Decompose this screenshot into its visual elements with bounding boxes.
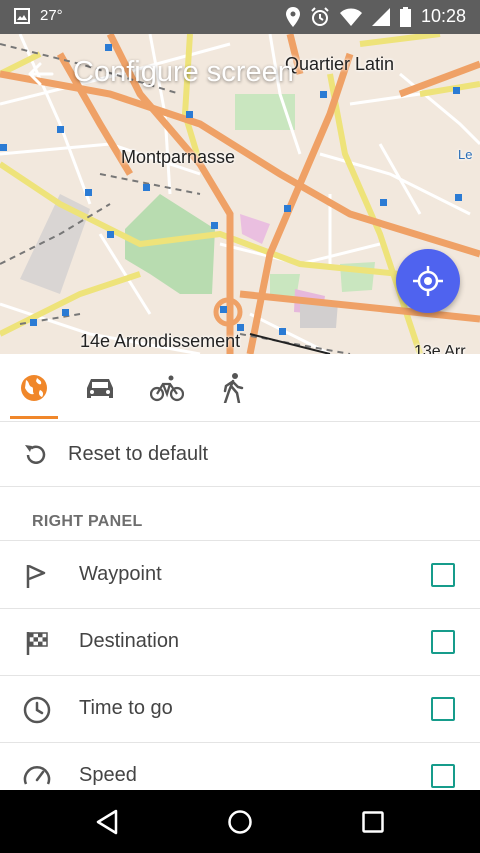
tab-bicycle[interactable] <box>145 368 189 408</box>
bicycle-icon <box>150 375 184 402</box>
flag-icon <box>26 564 46 588</box>
my-location-icon <box>413 266 443 296</box>
location-icon <box>285 6 300 27</box>
battery-icon <box>399 6 411 27</box>
reset-label: Reset to default <box>68 443 209 465</box>
reset-icon <box>25 445 46 464</box>
item-label: Speed <box>79 764 137 786</box>
alarm-icon <box>311 6 329 26</box>
nav-recents-button[interactable] <box>353 804 393 840</box>
recents-square-icon <box>362 811 384 833</box>
destination-checkbox[interactable] <box>431 630 455 654</box>
back-arrow-icon[interactable] <box>22 56 58 92</box>
page-title: Configure screen <box>73 56 294 88</box>
app-bar: Configure screen <box>0 34 480 114</box>
status-bar: 27° 10:28 <box>0 0 480 34</box>
speedometer-icon <box>23 766 51 785</box>
walk-icon <box>223 373 244 403</box>
list-item-destination[interactable]: Destination <box>0 608 480 676</box>
item-label: Waypoint <box>79 563 162 585</box>
home-circle-icon <box>228 810 252 834</box>
clock-text: 10:28 <box>420 6 466 26</box>
waypoint-checkbox[interactable] <box>431 563 455 587</box>
list-item-time-to-go[interactable]: Time to go <box>0 675 480 743</box>
wifi-icon <box>339 8 362 26</box>
tab-pedestrian[interactable] <box>211 368 255 408</box>
temperature-text: 27° <box>40 7 63 24</box>
section-title: RIGHT PANEL <box>32 513 143 530</box>
system-nav-bar <box>0 790 480 853</box>
tab-selected-indicator <box>10 416 58 419</box>
map-label-montparnasse: Montparnasse <box>121 147 236 167</box>
list-item-waypoint[interactable]: Waypoint <box>0 541 480 609</box>
map-label-le: Le <box>458 147 473 162</box>
tab-browse-map[interactable] <box>12 368 56 408</box>
item-label: Destination <box>79 630 180 652</box>
signal-icon <box>371 7 390 26</box>
reset-to-default-row[interactable]: Reset to default <box>0 422 480 487</box>
map-label-arrondissement: 14e Arrondissement <box>80 331 241 351</box>
my-location-button[interactable] <box>396 249 460 313</box>
speed-checkbox[interactable] <box>431 764 455 788</box>
back-triangle-icon <box>96 809 118 835</box>
car-icon <box>87 379 113 398</box>
time-to-go-checkbox[interactable] <box>431 697 455 721</box>
globe-icon <box>21 375 47 401</box>
nav-back-button[interactable] <box>87 804 127 840</box>
clock-icon <box>23 696 51 724</box>
nav-home-button[interactable] <box>220 804 260 840</box>
image-icon <box>14 7 30 24</box>
profile-tabs <box>0 354 480 422</box>
item-label: Time to go <box>79 697 173 719</box>
tab-car[interactable] <box>78 368 122 408</box>
checkered-flag-icon <box>26 632 48 655</box>
map-label-corner: 13e Arr <box>414 343 466 354</box>
